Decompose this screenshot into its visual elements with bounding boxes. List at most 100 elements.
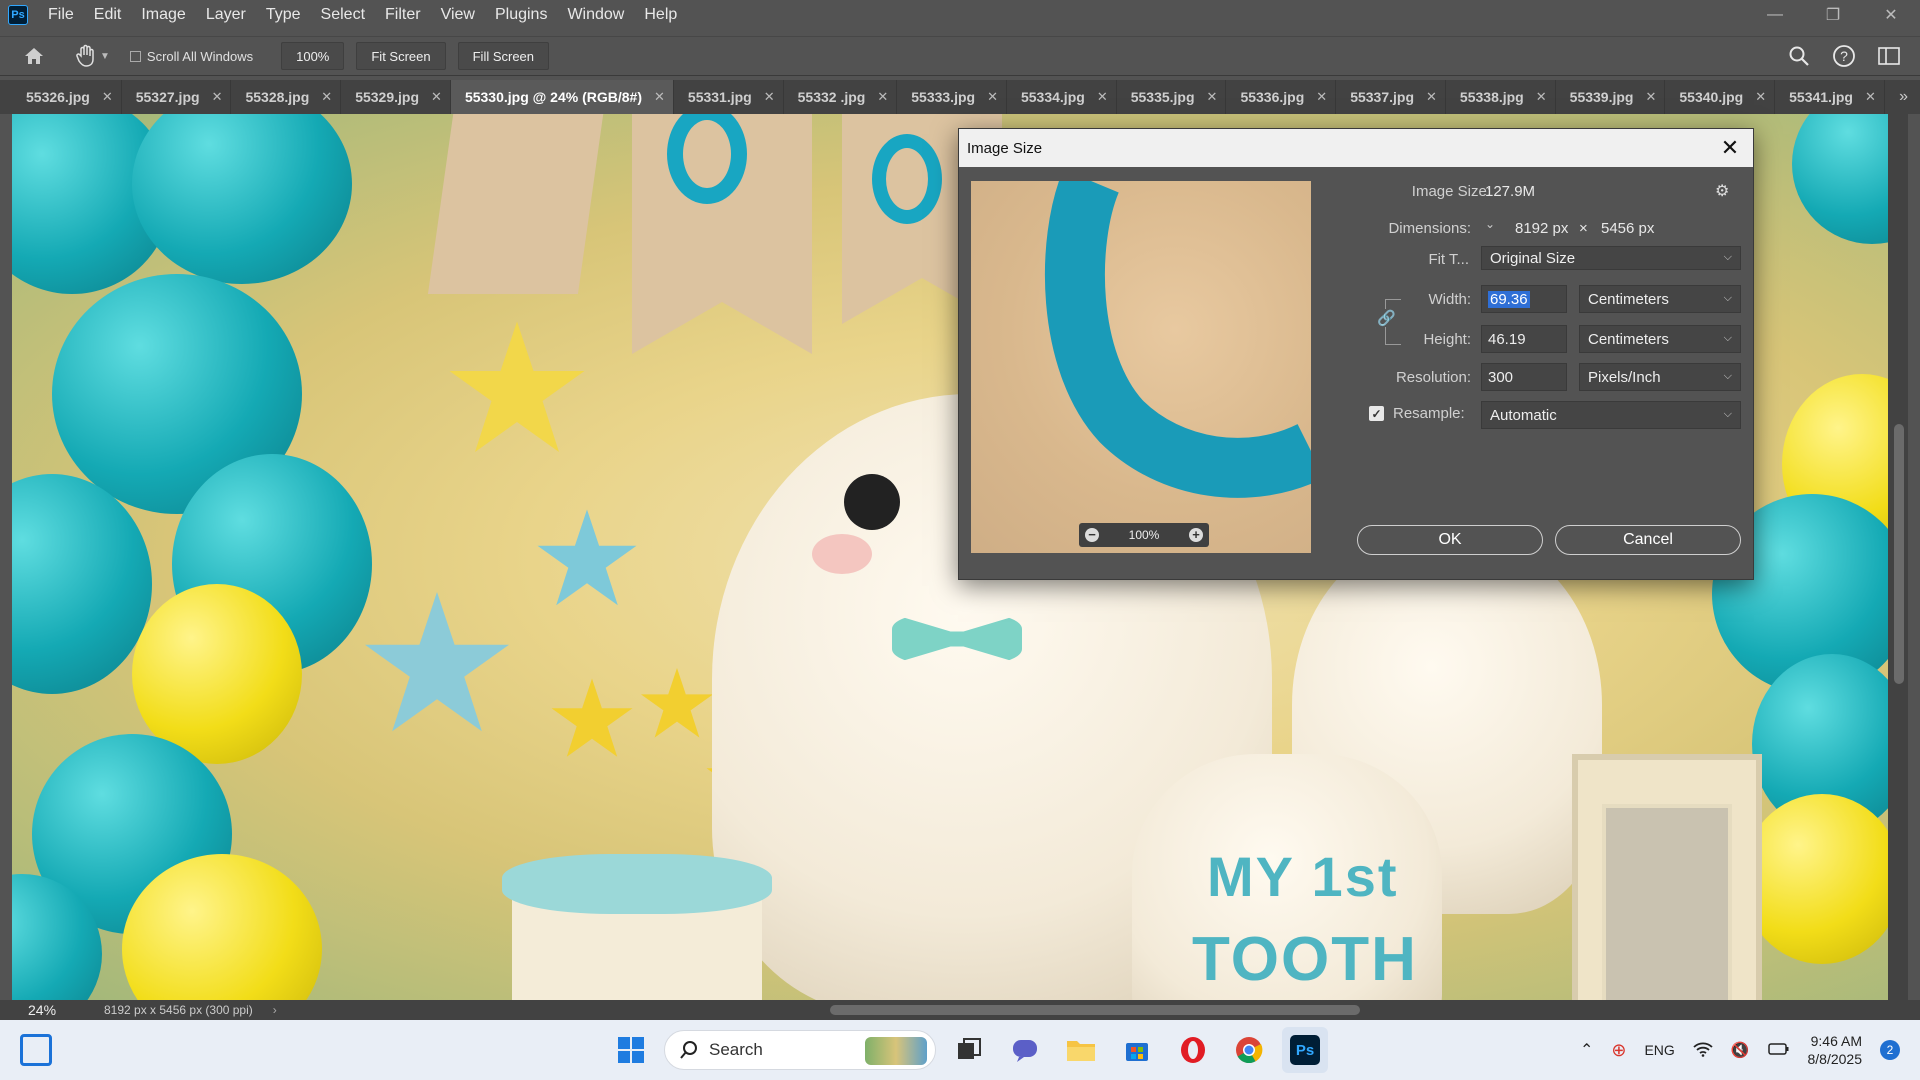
restore-icon[interactable]: ❐ [1804,0,1862,30]
menu-file[interactable]: File [38,6,84,24]
tab-close-icon[interactable]: ✕ [877,89,888,105]
tab-close-icon[interactable]: ✕ [1207,89,1218,105]
fit-to-dropdown[interactable]: Original Size ⌵ [1481,246,1741,270]
menu-help[interactable]: Help [634,6,687,24]
vertical-scroll-thumb[interactable] [1894,424,1904,684]
home-icon[interactable] [16,40,52,72]
menu-image[interactable]: Image [131,6,195,24]
tab-close-icon[interactable]: ✕ [1097,89,1108,105]
menu-layer[interactable]: Layer [196,6,256,24]
close-icon[interactable]: ✕ [1717,135,1743,161]
start-button[interactable] [608,1027,654,1073]
ok-button[interactable]: OK [1357,525,1543,555]
vpn-icon[interactable]: ⊕ [1611,1040,1626,1061]
photoshop-taskbar-icon[interactable]: Ps [1282,1027,1328,1073]
vertical-scrollbar[interactable] [1888,114,1908,1000]
language-indicator[interactable]: ENG [1644,1042,1674,1058]
help-icon[interactable]: ? [1832,44,1856,71]
workspace-icon[interactable] [1878,46,1900,69]
resolution-unit-dropdown[interactable]: Pixels/Inch ⌵ [1579,363,1741,391]
battery-icon[interactable] [1767,1042,1790,1059]
minimize-icon[interactable]: — [1746,0,1804,30]
tab-close-icon[interactable]: ✕ [1865,89,1876,105]
status-expand-icon[interactable]: › [273,1003,277,1017]
tab-55328[interactable]: 55328.jpg ✕ [231,80,342,114]
fill-screen-button[interactable]: Fill Screen [457,42,550,70]
notification-badge[interactable]: 2 [1880,1040,1900,1060]
checkbox-box[interactable] [129,50,141,62]
tab-close-icon[interactable]: ✕ [1426,89,1437,105]
tab-55339[interactable]: 55339.jpg ✕ [1555,80,1666,114]
menu-view[interactable]: View [431,6,485,24]
height-unit-dropdown[interactable]: Centimeters ⌵ [1579,325,1741,353]
constrain-proportions-link-icon[interactable]: 🔗 [1377,309,1396,327]
volume-muted-icon[interactable]: 🔇 [1731,1041,1750,1059]
tab-55330-active[interactable]: 55330.jpg @ 24% (RGB/8#) ✕ [450,80,674,114]
tab-close-icon[interactable]: ✕ [1755,89,1766,105]
tab-55340[interactable]: 55340.jpg ✕ [1665,80,1776,114]
search-icon[interactable] [1788,45,1810,70]
hand-tool-icon[interactable] [68,40,104,72]
tab-close-icon[interactable]: ✕ [321,89,332,105]
opera-icon[interactable] [1170,1027,1216,1073]
tab-55337[interactable]: 55337.jpg ✕ [1336,80,1446,114]
tab-55326[interactable]: 55326.jpg ✕ [12,80,122,114]
tab-close-icon[interactable]: ✕ [1316,89,1327,105]
tab-close-icon[interactable]: ✕ [764,89,775,105]
menu-edit[interactable]: Edit [84,6,132,24]
cancel-button[interactable]: Cancel [1555,525,1741,555]
horizontal-scroll-thumb[interactable] [830,1005,1360,1015]
dimensions-dropdown-chevron-icon[interactable]: ⌄ [1485,217,1495,231]
close-window-icon[interactable]: ✕ [1862,0,1920,30]
taskbar-search[interactable]: Search [664,1030,936,1070]
meet-icon[interactable] [1002,1027,1048,1073]
menu-type[interactable]: Type [256,6,311,24]
taskbar-clock[interactable]: 9:46 AM 8/8/2025 [1808,1032,1863,1068]
resample-checkbox[interactable]: ✓ [1369,406,1384,421]
tab-close-icon[interactable]: ✕ [431,89,442,105]
chrome-icon[interactable] [1226,1027,1272,1073]
fit-screen-button[interactable]: Fit Screen [356,42,446,70]
tab-close-icon[interactable]: ✕ [1645,89,1656,105]
file-explorer-icon[interactable] [1058,1027,1104,1073]
tab-55331[interactable]: 55331.jpg ✕ [673,80,784,114]
tab-55341[interactable]: 55341.jpg ✕ [1775,80,1885,114]
tab-close-icon[interactable]: ✕ [987,89,998,105]
tab-55334[interactable]: 55334.jpg ✕ [1006,80,1117,114]
tab-55336[interactable]: 55336.jpg ✕ [1226,80,1337,114]
microsoft-store-icon[interactable] [1114,1027,1160,1073]
tab-55332[interactable]: 55332 .jpg ✕ [783,80,898,114]
tool-preset-chevron-icon[interactable]: ▼ [100,51,110,62]
tab-close-icon[interactable]: ✕ [1536,89,1547,105]
widgets-icon[interactable] [20,1034,52,1066]
zoom-out-icon[interactable]: − [1085,528,1099,542]
settings-gear-icon[interactable]: ⚙ [1715,181,1729,201]
tab-55338[interactable]: 55338.jpg ✕ [1445,80,1556,114]
zoom-in-icon[interactable]: + [1188,528,1203,542]
task-view-icon[interactable] [946,1027,992,1073]
tab-close-icon[interactable]: ✕ [654,89,665,105]
menu-filter[interactable]: Filter [375,6,431,24]
more-tabs-icon[interactable]: » [1899,88,1908,106]
tab-close-icon[interactable]: ✕ [102,89,113,105]
tab-55329[interactable]: 55329.jpg ✕ [341,80,451,114]
resolution-field[interactable]: 300 [1481,363,1567,391]
width-unit-dropdown[interactable]: Centimeters ⌵ [1579,285,1741,313]
wifi-icon[interactable] [1693,1041,1713,1060]
resolution-input-value[interactable]: 300 [1488,369,1513,386]
width-input-value[interactable]: 69.36 [1488,290,1530,308]
tab-close-icon[interactable]: ✕ [212,89,223,105]
resample-dropdown[interactable]: Automatic ⌵ [1481,401,1741,429]
width-field[interactable]: 69.36 [1481,285,1567,313]
menu-select[interactable]: Select [311,6,375,24]
zoom-100-button[interactable]: 100% [281,42,345,70]
tab-55333[interactable]: 55333.jpg ✕ [897,80,1007,114]
menu-plugins[interactable]: Plugins [485,6,557,24]
status-zoom[interactable]: 24% [0,1002,74,1018]
height-field[interactable]: 46.19 [1481,325,1567,353]
height-input-value[interactable]: 46.19 [1488,331,1526,348]
tab-55327[interactable]: 55327.jpg ✕ [121,80,232,114]
show-hidden-icons-chevron-icon[interactable]: ⌃ [1580,1040,1593,1060]
scroll-all-windows-checkbox[interactable]: Scroll All Windows [129,49,253,64]
menu-window[interactable]: Window [557,6,634,24]
